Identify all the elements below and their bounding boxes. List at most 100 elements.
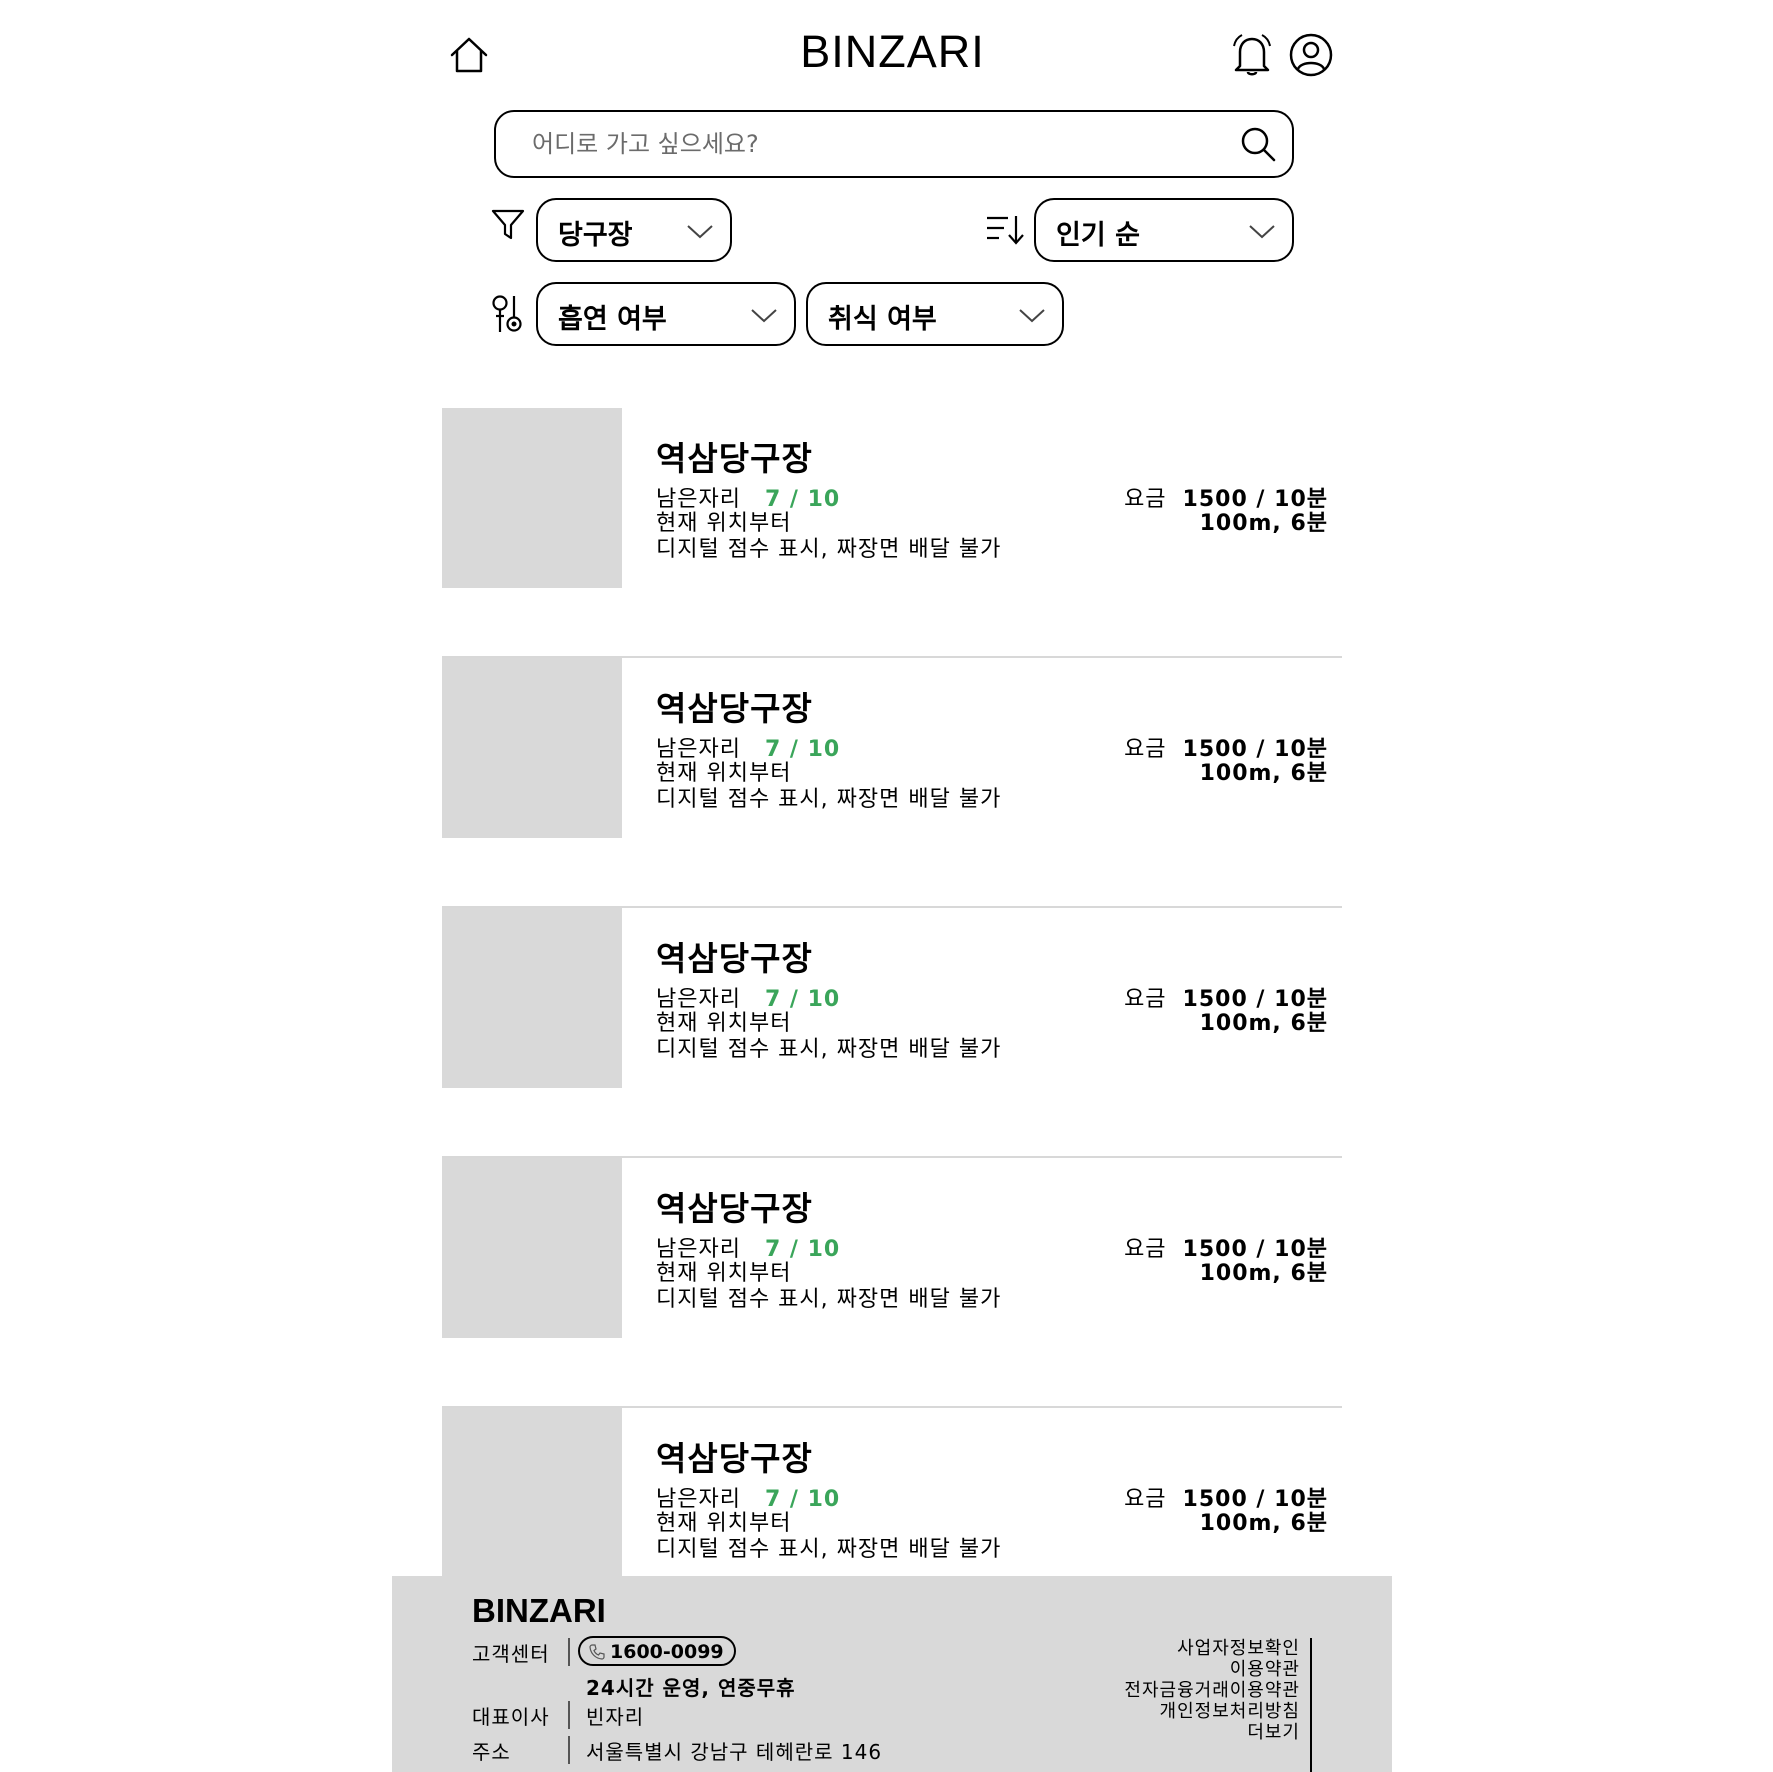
listing-distance: 100m, 6분 [1199,1261,1328,1286]
seats-label: 남은자리 [656,487,741,512]
listing-distance-label: 현재 위치부터 [656,1511,792,1536]
listing-distance: 100m, 6분 [1199,1511,1328,1536]
listing-description: 디지털 점수 표시, 짜장면 배달 불가 [656,787,1002,812]
fee-value: 1500 / 10분 [1182,987,1328,1012]
listing-thumbnail[interactable] [442,908,622,1088]
support-hours: 24시간 운영, 연중무휴 [586,1676,796,1700]
chevron-down-icon [1019,309,1045,323]
listing-thumbnail[interactable] [442,658,622,838]
category-dropdown[interactable]: 당구장 [536,198,732,262]
fee-value: 1500 / 10분 [1182,737,1328,762]
listing-seats: 남은자리 7 / 10 [656,988,840,1012]
listing-item[interactable]: 역삼당구장 남은자리 7 / 10 현재 위치부터 디지털 점수 표시, 짜장면… [442,1408,1342,1576]
listing-fee: 요금 1500 / 10분 [1124,988,1328,1012]
chevron-down-icon [751,309,777,323]
listing-title: 역삼당구장 [656,1189,813,1228]
ceo-label: 대표이사 [472,1705,550,1729]
footer-separator [568,1736,570,1764]
listing-description: 디지털 점수 표시, 짜장면 배달 불가 [656,537,1002,562]
phone-button[interactable]: 1600-0099 [578,1636,736,1666]
fee-label: 요금 [1124,737,1167,762]
seats-count: 7 / 10 [764,487,841,512]
seats-label: 남은자리 [656,737,741,762]
header: BINZARI [440,22,1345,86]
chevron-down-icon [687,225,713,239]
listing-seats: 남은자리 7 / 10 [656,1488,840,1512]
bell-icon[interactable] [1230,32,1274,78]
smoking-dropdown-value: 흡연 여부 [558,304,667,335]
chevron-down-icon [1249,225,1275,239]
listing-distance-label: 현재 위치부터 [656,1261,792,1286]
options-icon[interactable] [490,294,528,334]
seats-label: 남은자리 [656,1487,741,1512]
sort-dropdown-value: 인기 순 [1056,220,1140,251]
eating-dropdown[interactable]: 취식 여부 [806,282,1064,346]
fee-value: 1500 / 10분 [1182,487,1328,512]
listing-seats: 남은자리 7 / 10 [656,738,840,762]
category-dropdown-value: 당구장 [558,220,633,251]
listing-thumbnail[interactable] [442,1158,622,1338]
seats-label: 남은자리 [656,1237,741,1262]
user-icon[interactable] [1288,32,1334,78]
listing-seats: 남은자리 7 / 10 [656,1238,840,1262]
footer-separator [568,1638,570,1666]
listing-fee: 요금 1500 / 10분 [1124,738,1328,762]
search-bar [494,110,1294,178]
fee-label: 요금 [1124,1487,1167,1512]
listing-distance: 100m, 6분 [1199,1011,1328,1036]
listing-seats: 남은자리 7 / 10 [656,488,840,512]
footer-separator [568,1701,570,1729]
fee-label: 요금 [1124,1237,1167,1262]
seats-count: 7 / 10 [764,737,841,762]
footer-link-business-info[interactable]: 사업자정보확인 [1124,1638,1300,1659]
sort-icon[interactable] [984,212,1024,246]
listing-title: 역삼당구장 [656,939,813,978]
filter-icon[interactable] [490,207,526,243]
listing-description: 디지털 점수 표시, 짜장면 배달 불가 [656,1287,1002,1312]
search-icon[interactable] [1238,124,1278,164]
smoking-dropdown[interactable]: 흡연 여부 [536,282,796,346]
listing-distance-label: 현재 위치부터 [656,1011,792,1036]
address-value: 서울특별시 강남구 테헤란로 146 [586,1740,883,1764]
phone-icon [589,1643,605,1660]
footer-link-finance-terms[interactable]: 전자금융거래이용약관 [1124,1680,1300,1701]
fee-value: 1500 / 10분 [1182,1237,1328,1262]
listing-fee: 요금 1500 / 10분 [1124,1488,1328,1512]
phone-number: 1600-0099 [610,1640,724,1663]
app-root: BINZARI 당구장 인기 순 [0,0,1773,1772]
seats-label: 남은자리 [656,987,741,1012]
eating-dropdown-value: 취식 여부 [828,304,937,335]
seats-count: 7 / 10 [764,987,841,1012]
listing-thumbnail[interactable] [442,408,622,588]
footer-divider [1310,1638,1312,1772]
address-label: 주소 [472,1740,511,1764]
footer-link-more[interactable]: 더보기 [1124,1722,1300,1743]
listing-description: 디지털 점수 표시, 짜장면 배달 불가 [656,1537,1002,1562]
listing-item[interactable]: 역삼당구장 남은자리 7 / 10 현재 위치부터 디지털 점수 표시, 짜장면… [442,1158,1342,1408]
listing-distance: 100m, 6분 [1199,761,1328,786]
fee-label: 요금 [1124,987,1167,1012]
fee-label: 요금 [1124,487,1167,512]
sort-dropdown[interactable]: 인기 순 [1034,198,1294,262]
ceo-name: 빈자리 [586,1705,645,1729]
listing-fee: 요금 1500 / 10분 [1124,488,1328,512]
listing-title: 역삼당구장 [656,439,813,478]
seats-count: 7 / 10 [764,1487,841,1512]
search-input[interactable] [532,124,1212,164]
listing-item[interactable]: 역삼당구장 남은자리 7 / 10 현재 위치부터 디지털 점수 표시, 짜장면… [442,658,1342,908]
footer-brand: BINZARI [472,1592,606,1629]
listing-title: 역삼당구장 [656,689,813,728]
listing-distance-label: 현재 위치부터 [656,511,792,536]
footer-link-privacy[interactable]: 개인정보처리방침 [1124,1701,1300,1722]
listing-distance-label: 현재 위치부터 [656,761,792,786]
listing-fee: 요금 1500 / 10분 [1124,1238,1328,1262]
footer-link-terms[interactable]: 이용약관 [1124,1659,1300,1680]
support-label: 고객센터 [472,1642,550,1666]
listing-description: 디지털 점수 표시, 짜장면 배달 불가 [656,1037,1002,1062]
listing-thumbnail[interactable] [442,1408,622,1576]
footer: BINZARI 고객센터 1600-0099 24시간 운영, 연중무휴 대표이… [392,1576,1392,1772]
listing-item[interactable]: 역삼당구장 남은자리 7 / 10 현재 위치부터 디지털 점수 표시, 짜장면… [442,408,1342,658]
listing-distance: 100m, 6분 [1199,511,1328,536]
footer-links: 사업자정보확인 이용약관 전자금융거래이용약관 개인정보처리방침 더보기 [1124,1638,1300,1743]
listing-item[interactable]: 역삼당구장 남은자리 7 / 10 현재 위치부터 디지털 점수 표시, 짜장면… [442,908,1342,1158]
